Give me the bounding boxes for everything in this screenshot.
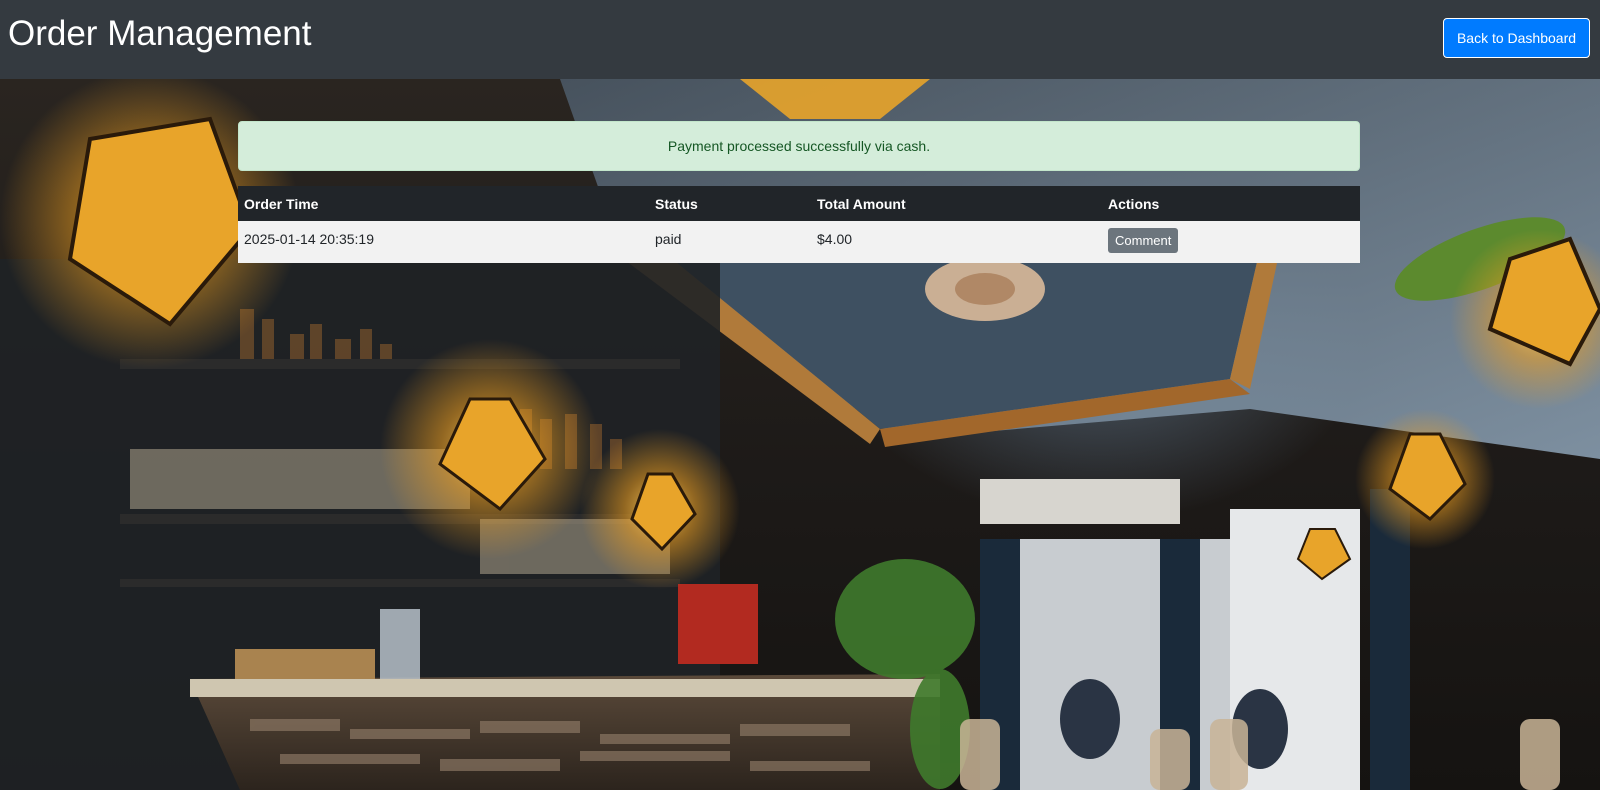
column-header-order-time: Order Time bbox=[238, 186, 649, 221]
table-row: 2025-01-14 20:35:19 paid $4.00 Comment bbox=[238, 221, 1360, 263]
column-header-status: Status bbox=[649, 186, 811, 221]
bread-basket bbox=[235, 649, 375, 679]
actions-cell: Comment bbox=[1102, 221, 1360, 263]
water-bottle bbox=[380, 609, 420, 679]
main-content: Payment processed successfully via cash.… bbox=[238, 121, 1360, 263]
orders-table: Order Time Status Total Amount Actions 2… bbox=[238, 186, 1360, 263]
alert-message: Payment processed successfully via cash. bbox=[667, 138, 931, 154]
shelf-1 bbox=[120, 359, 680, 369]
order-time-cell: 2025-01-14 20:35:19 bbox=[238, 221, 649, 263]
counter-top bbox=[190, 679, 940, 697]
column-header-total-amount: Total Amount bbox=[811, 186, 1102, 221]
success-alert: Payment processed successfully via cash. bbox=[238, 121, 1360, 171]
column-header-actions: Actions bbox=[1102, 186, 1360, 221]
total-amount-cell: $4.00 bbox=[811, 221, 1102, 263]
page-title: Order Management bbox=[8, 14, 312, 53]
comment-button[interactable]: Comment bbox=[1108, 228, 1179, 253]
table-header-row: Order Time Status Total Amount Actions bbox=[238, 186, 1360, 221]
ceiling-medallion-center bbox=[955, 273, 1015, 305]
coffee-machine bbox=[678, 584, 758, 664]
air-conditioner bbox=[980, 479, 1180, 524]
back-to-dashboard-button[interactable]: Back to Dashboard bbox=[1443, 18, 1590, 58]
shelf-3 bbox=[120, 579, 680, 587]
status-cell: paid bbox=[649, 221, 811, 263]
top-navbar: Order Management Back to Dashboard bbox=[0, 0, 1600, 79]
